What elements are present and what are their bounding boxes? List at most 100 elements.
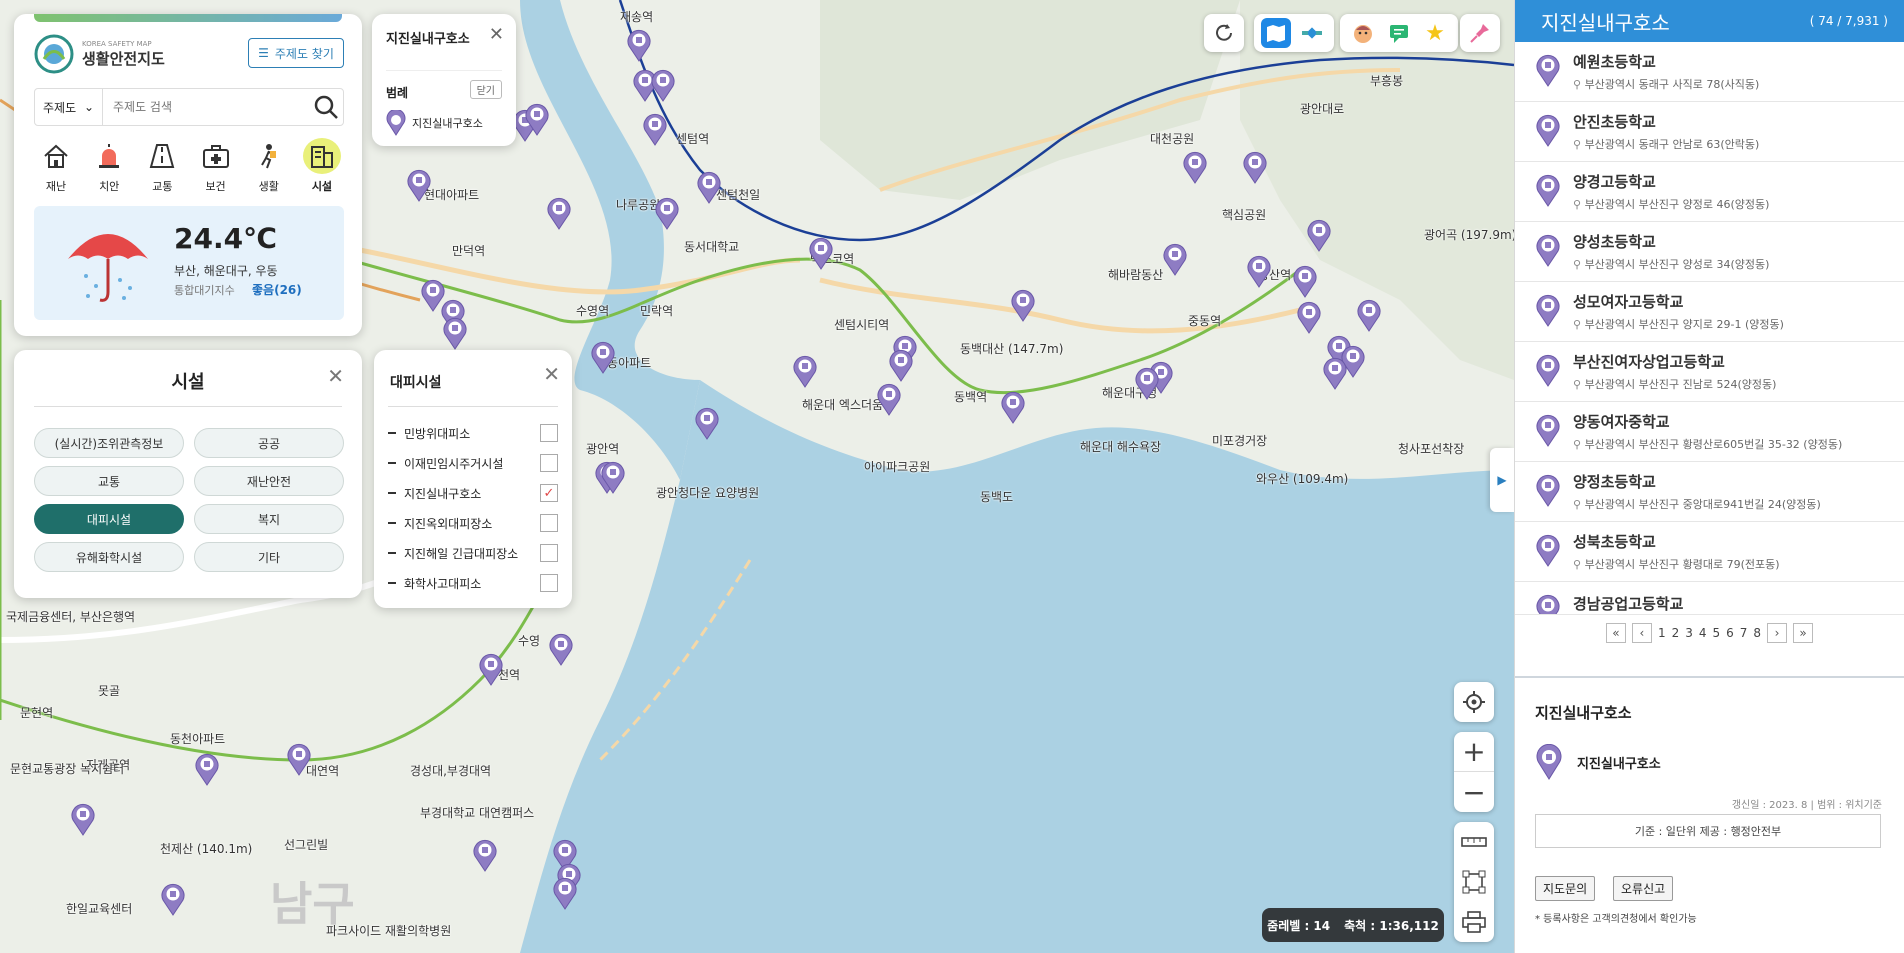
shelter-marker-icon[interactable] xyxy=(1242,150,1268,184)
error-report-button[interactable]: 오류신고 xyxy=(1613,876,1674,901)
shelter-marker-icon[interactable] xyxy=(1000,390,1026,424)
shelter-marker-icon[interactable] xyxy=(642,112,668,146)
shelter-marker-icon[interactable] xyxy=(696,170,722,204)
facility-button[interactable]: 교통 xyxy=(34,466,184,496)
ruler-icon[interactable] xyxy=(1454,822,1494,862)
shelter-marker-icon[interactable] xyxy=(286,742,312,776)
shelter-marker-icon[interactable] xyxy=(552,876,578,910)
checkbox[interactable]: ✓ xyxy=(540,484,558,502)
search-icon[interactable] xyxy=(309,90,343,124)
page-number[interactable]: 6 xyxy=(1726,626,1734,640)
shelter-marker-icon[interactable] xyxy=(546,196,572,230)
shelter-marker-icon[interactable] xyxy=(478,652,504,686)
legend-close-button[interactable]: 닫기 xyxy=(469,80,502,99)
category-house[interactable]: 재난 xyxy=(34,138,78,194)
last-page-icon[interactable]: » xyxy=(1793,622,1814,643)
shelter-marker-icon[interactable] xyxy=(70,802,96,836)
result-list-item[interactable]: 성북초등학교 ⚲ 부산광역시 부산진구 황령대로 79(전포동) xyxy=(1515,522,1904,582)
shelter-option[interactable]: 지진실내구호소 ✓ xyxy=(388,478,558,508)
result-list-item[interactable]: 양경고등학교 ⚲ 부산광역시 부산진구 양정로 46(양정동) xyxy=(1515,162,1904,222)
shelter-option[interactable]: 이재민임시주거시설 xyxy=(388,448,558,478)
next-page-icon[interactable]: › xyxy=(1767,622,1788,643)
kid-icon[interactable] xyxy=(1348,18,1378,48)
star-icon[interactable]: ★ xyxy=(1420,18,1450,48)
shelter-marker-icon[interactable] xyxy=(1292,264,1318,298)
refresh-button[interactable] xyxy=(1204,14,1244,52)
shelter-marker-icon[interactable] xyxy=(1162,242,1188,276)
result-list-item[interactable]: 양동여자중학교 ⚲ 부산광역시 부산진구 황령산로605번길 35-32 (양정동… xyxy=(1515,402,1904,462)
first-page-icon[interactable]: « xyxy=(1605,622,1626,643)
locate-control[interactable] xyxy=(1454,682,1494,722)
shelter-marker-icon[interactable] xyxy=(524,102,550,136)
facility-button[interactable]: (실시간)조위관측정보 xyxy=(34,428,184,458)
result-list-item[interactable]: 경남공업고등학교⚲ xyxy=(1515,582,1904,614)
category-road[interactable]: 교통 xyxy=(140,138,184,194)
shelter-marker-icon[interactable] xyxy=(792,354,818,388)
facility-button[interactable]: 대피시설 xyxy=(34,504,184,534)
category-siren[interactable]: 치안 xyxy=(87,138,131,194)
category-building[interactable]: 시설 xyxy=(300,138,344,194)
page-number[interactable]: 1 xyxy=(1658,626,1666,640)
checkbox[interactable] xyxy=(540,514,558,532)
checkbox[interactable] xyxy=(540,544,558,562)
shelter-option[interactable]: 지진해일 긴급대피장소 xyxy=(388,538,558,568)
result-list-item[interactable]: 안진초등학교 ⚲ 부산광역시 동래구 안남로 63(안락동) xyxy=(1515,102,1904,162)
page-number[interactable]: 8 xyxy=(1753,626,1761,640)
close-icon[interactable]: ✕ xyxy=(543,362,560,386)
shelter-marker-icon[interactable] xyxy=(694,406,720,440)
topic-select[interactable]: 주제도 ⌄ xyxy=(35,89,103,125)
facility-button[interactable]: 유해화학시설 xyxy=(34,542,184,572)
zoom-out-icon[interactable]: − xyxy=(1454,772,1494,812)
area-icon[interactable] xyxy=(1454,862,1494,902)
logo[interactable]: KOREA SAFETY MAP 생활안전지도 xyxy=(34,34,165,74)
facility-button[interactable]: 재난안전 xyxy=(194,466,344,496)
shelter-option[interactable]: 화학사고대피소 xyxy=(388,568,558,598)
facility-button[interactable]: 공공 xyxy=(194,428,344,458)
shelter-marker-icon[interactable] xyxy=(160,882,186,916)
page-number[interactable]: 3 xyxy=(1685,626,1693,640)
zoom-in-icon[interactable]: + xyxy=(1454,732,1494,772)
chat-icon[interactable] xyxy=(1384,18,1414,48)
shelter-marker-icon[interactable] xyxy=(654,196,680,230)
shelter-marker-icon[interactable] xyxy=(406,168,432,202)
page-number[interactable]: 4 xyxy=(1699,626,1707,640)
checkbox[interactable] xyxy=(540,424,558,442)
shelter-option[interactable]: 지진옥외대피장소 xyxy=(388,508,558,538)
panel-collapse-tab[interactable]: ▶ xyxy=(1490,448,1514,512)
shelter-marker-icon[interactable] xyxy=(472,838,498,872)
shelter-marker-icon[interactable] xyxy=(1134,366,1160,400)
shelter-marker-icon[interactable] xyxy=(626,28,652,62)
topic-find-button[interactable]: ☰ 주제도 찾기 xyxy=(248,38,344,68)
shelter-marker-icon[interactable] xyxy=(876,382,902,416)
shelter-marker-icon[interactable] xyxy=(548,632,574,666)
page-number[interactable]: 2 xyxy=(1672,626,1680,640)
search-input[interactable] xyxy=(103,90,309,124)
shelter-marker-icon[interactable] xyxy=(1306,218,1332,252)
map-book-icon[interactable] xyxy=(1261,18,1291,48)
category-medical-kit[interactable]: 보건 xyxy=(194,138,238,194)
prev-page-icon[interactable]: ‹ xyxy=(1631,622,1652,643)
shelter-marker-icon[interactable] xyxy=(1322,356,1348,390)
result-list-item[interactable]: 예원초등학교 ⚲ 부산광역시 동래구 사직로 78(사직동) xyxy=(1515,42,1904,102)
shelter-marker-icon[interactable] xyxy=(808,236,834,270)
category-hiker[interactable]: 생활 xyxy=(247,138,291,194)
shelter-marker-icon[interactable] xyxy=(1356,298,1382,332)
shelter-marker-icon[interactable] xyxy=(590,340,616,374)
facility-button[interactable]: 복지 xyxy=(194,504,344,534)
shelter-marker-icon[interactable] xyxy=(1010,288,1036,322)
result-list-item[interactable]: 양성초등학교 ⚲ 부산광역시 부산진구 양성로 34(양정동) xyxy=(1515,222,1904,282)
print-icon[interactable] xyxy=(1454,902,1494,942)
shelter-marker-icon[interactable] xyxy=(194,752,220,786)
map-inquiry-button[interactable]: 지도문의 xyxy=(1535,876,1596,901)
checkbox[interactable] xyxy=(540,454,558,472)
close-icon[interactable]: ✕ xyxy=(489,24,504,45)
shelter-marker-icon[interactable] xyxy=(1182,150,1208,184)
shelter-marker-icon[interactable] xyxy=(650,68,676,102)
result-list-item[interactable]: 성모여자고등학교 ⚲ 부산광역시 부산진구 양지로 29-1 (양정동) xyxy=(1515,282,1904,342)
shelter-option[interactable]: 민방위대피소 xyxy=(388,418,558,448)
shelter-marker-icon[interactable] xyxy=(1246,254,1272,288)
result-list-item[interactable]: 부산진여자상업고등학교 ⚲ 부산광역시 부산진구 진남로 524(양정동) xyxy=(1515,342,1904,402)
shelter-marker-icon[interactable] xyxy=(1296,300,1322,334)
close-icon[interactable]: ✕ xyxy=(327,364,344,388)
shelter-marker-icon[interactable] xyxy=(600,460,626,494)
